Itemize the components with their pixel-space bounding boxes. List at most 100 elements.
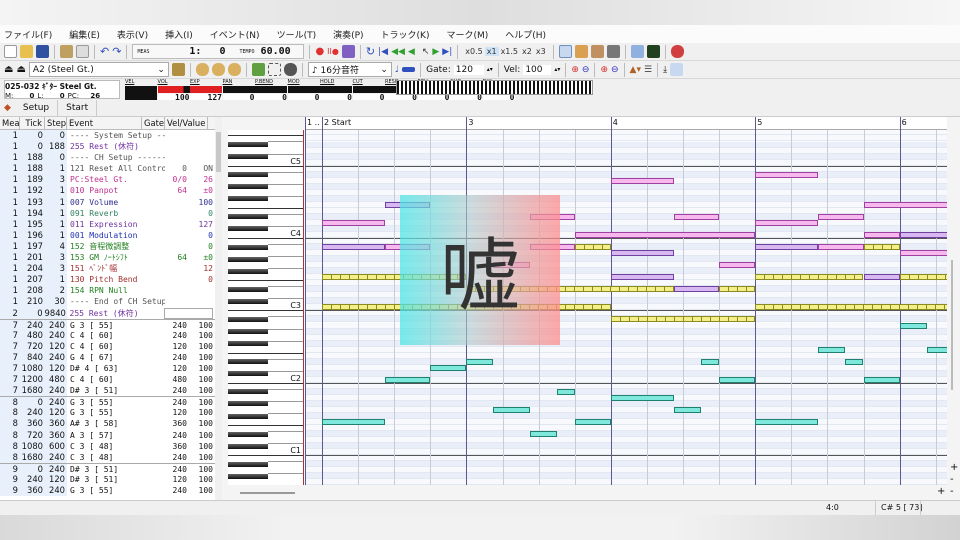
black-key[interactable] xyxy=(228,256,268,262)
event-list-scrollbar[interactable] xyxy=(215,117,222,500)
speed-x2[interactable]: x2 xyxy=(520,47,534,56)
menu-item[interactable]: ツール(T) xyxy=(277,28,317,41)
note-cyan[interactable] xyxy=(926,346,947,353)
select-rect-icon[interactable] xyxy=(267,63,281,76)
column-header[interactable]: Mea xyxy=(0,117,20,129)
note-lavender[interactable] xyxy=(899,232,947,238)
black-key[interactable] xyxy=(228,461,268,467)
menu-item[interactable]: マーク(M) xyxy=(446,28,488,41)
pencil-icon[interactable] xyxy=(251,63,265,76)
black-key[interactable] xyxy=(228,196,268,202)
mini-keyboard[interactable] xyxy=(396,80,593,95)
measure-ruler[interactable]: 1 .. 2 Start 3 4 5 6 xyxy=(305,117,947,130)
note-pink[interactable] xyxy=(719,262,756,269)
speed-x0.5[interactable]: x0.5 xyxy=(463,47,484,56)
note-lavender[interactable] xyxy=(610,274,674,281)
rewind-icon[interactable]: ◀◀ xyxy=(391,47,405,57)
black-key[interactable] xyxy=(228,154,268,160)
track-up-icon[interactable]: ⏏ xyxy=(16,64,25,75)
note-pink[interactable] xyxy=(755,219,819,226)
note-yellow[interactable] xyxy=(755,274,864,281)
speed-x3[interactable]: x3 xyxy=(534,47,548,56)
table-row[interactable]: 9 360 240 G 3 [ 55] 240 100 xyxy=(0,485,215,497)
midi-in-icon[interactable] xyxy=(341,45,355,58)
black-key[interactable] xyxy=(228,413,268,419)
redo-icon[interactable]: ↷ xyxy=(112,45,121,58)
column-header[interactable]: Tick xyxy=(20,117,45,129)
zoom-out-v-icon[interactable]: ⊖ xyxy=(611,65,619,75)
zoom-out-h-icon[interactable]: ⊖ xyxy=(582,65,590,75)
column-header[interactable]: Vel/Value xyxy=(165,117,208,129)
new-file-icon[interactable] xyxy=(4,45,17,58)
note-lavender[interactable] xyxy=(610,250,674,257)
library-icon[interactable] xyxy=(574,45,588,58)
note-yellow[interactable] xyxy=(574,244,611,251)
black-key[interactable] xyxy=(228,443,268,449)
window-icon[interactable] xyxy=(558,45,572,58)
mark-add-icon[interactable]: ◆ xyxy=(0,103,15,113)
note-cyan[interactable] xyxy=(818,346,846,353)
table-row[interactable]: 1 204 3 151 ﾍﾞﾝﾄﾞ幅 12 xyxy=(0,263,215,275)
bell-tool-icon[interactable] xyxy=(195,63,209,76)
measure-label[interactable]: 4 xyxy=(613,118,618,127)
black-key[interactable] xyxy=(228,359,268,365)
settings-tool-icon[interactable] xyxy=(670,45,684,58)
table-row[interactable]: 1 188 1 121 Reset All Control 0 ON xyxy=(0,163,215,175)
black-key[interactable] xyxy=(228,184,268,190)
note-yellow[interactable] xyxy=(719,286,756,293)
table-row[interactable]: 9 240 120 D# 3 [ 51] 120 100 xyxy=(0,473,215,485)
note-pink[interactable] xyxy=(818,244,864,251)
table-row[interactable]: 8 720 360 A 3 [ 57] 240 100 xyxy=(0,429,215,441)
document-icon[interactable] xyxy=(76,45,89,58)
list-view-icon[interactable]: ☰ xyxy=(644,65,652,75)
black-key[interactable] xyxy=(228,214,268,220)
play-icon[interactable]: ▶ xyxy=(432,47,439,57)
table-row[interactable]: 7 1080 120 D# 4 [ 63] 120 100 xyxy=(0,362,215,375)
menu-item[interactable]: ファイル(F) xyxy=(4,28,52,41)
note-lavender[interactable] xyxy=(755,244,819,251)
note-cyan[interactable] xyxy=(466,358,494,365)
table-row[interactable]: 7 1200 480 C 4 [ 60] 480 100 xyxy=(0,374,215,386)
record-icon[interactable]: ● xyxy=(315,46,324,57)
note-pink[interactable] xyxy=(863,201,947,208)
table-row[interactable]: 7 240 240 G 3 [ 55] 240 100 xyxy=(0,318,215,330)
note-pink[interactable] xyxy=(322,219,386,226)
undo-icon[interactable]: ↶ xyxy=(100,45,109,58)
table-row[interactable]: 100---- System Setup ------------- xyxy=(0,130,215,142)
column-header[interactable]: Gate xyxy=(142,117,165,129)
note-cyan[interactable] xyxy=(863,376,900,383)
horizontal-scrollbar-thumb[interactable] xyxy=(240,492,295,494)
loop-icon[interactable]: ↻ xyxy=(366,45,375,58)
table-row[interactable]: 1 193 1 007 Volume 100 xyxy=(0,196,215,208)
note-length-select[interactable]: ♪ 16分音符 ⌄ xyxy=(307,62,392,77)
table-row[interactable]: 1 195 1 011 Expression 127 xyxy=(0,218,215,230)
bell3-tool-icon[interactable] xyxy=(227,63,241,76)
measure-label[interactable]: 2 Start xyxy=(324,118,351,127)
go-start-icon[interactable]: |◀ xyxy=(378,47,388,57)
note-pink[interactable] xyxy=(574,232,756,238)
open-folder-icon[interactable] xyxy=(20,45,33,58)
step-back-icon[interactable]: ◀ xyxy=(408,47,415,57)
go-end-icon[interactable]: ▶| xyxy=(442,47,452,57)
black-key[interactable] xyxy=(228,244,268,250)
note-lavender[interactable] xyxy=(863,274,900,281)
note-cyan[interactable] xyxy=(385,376,431,383)
note-cyan[interactable] xyxy=(556,388,575,395)
note-icon[interactable]: ♩ xyxy=(395,65,399,75)
zoom-out-vertical-button[interactable]: - xyxy=(950,474,954,485)
note-lavender[interactable] xyxy=(673,286,720,293)
note-cyan[interactable] xyxy=(493,406,530,413)
note-cyan[interactable] xyxy=(529,431,557,438)
level-meter-icon[interactable] xyxy=(646,45,660,58)
note-pink[interactable] xyxy=(818,213,864,220)
table-row[interactable]: 8 240 120 G 3 [ 55] 120 100 xyxy=(0,407,215,419)
note-pink[interactable] xyxy=(899,250,947,257)
save-icon[interactable] xyxy=(36,45,49,58)
table-row[interactable]: 8 1680 240 C 3 [ 48] 240 100 xyxy=(0,451,215,463)
metronome-icon[interactable]: ▲▾ xyxy=(630,65,641,75)
zoom-in-horizontal-button[interactable]: + xyxy=(937,486,945,497)
table-row[interactable]: 7 840 240 G 4 [ 67] 240 100 xyxy=(0,351,215,363)
menu-item[interactable]: 演奏(P) xyxy=(333,28,363,41)
table-row[interactable]: 8 360 360 A# 3 [ 58] 360 100 xyxy=(0,418,215,430)
black-key[interactable] xyxy=(228,401,268,407)
